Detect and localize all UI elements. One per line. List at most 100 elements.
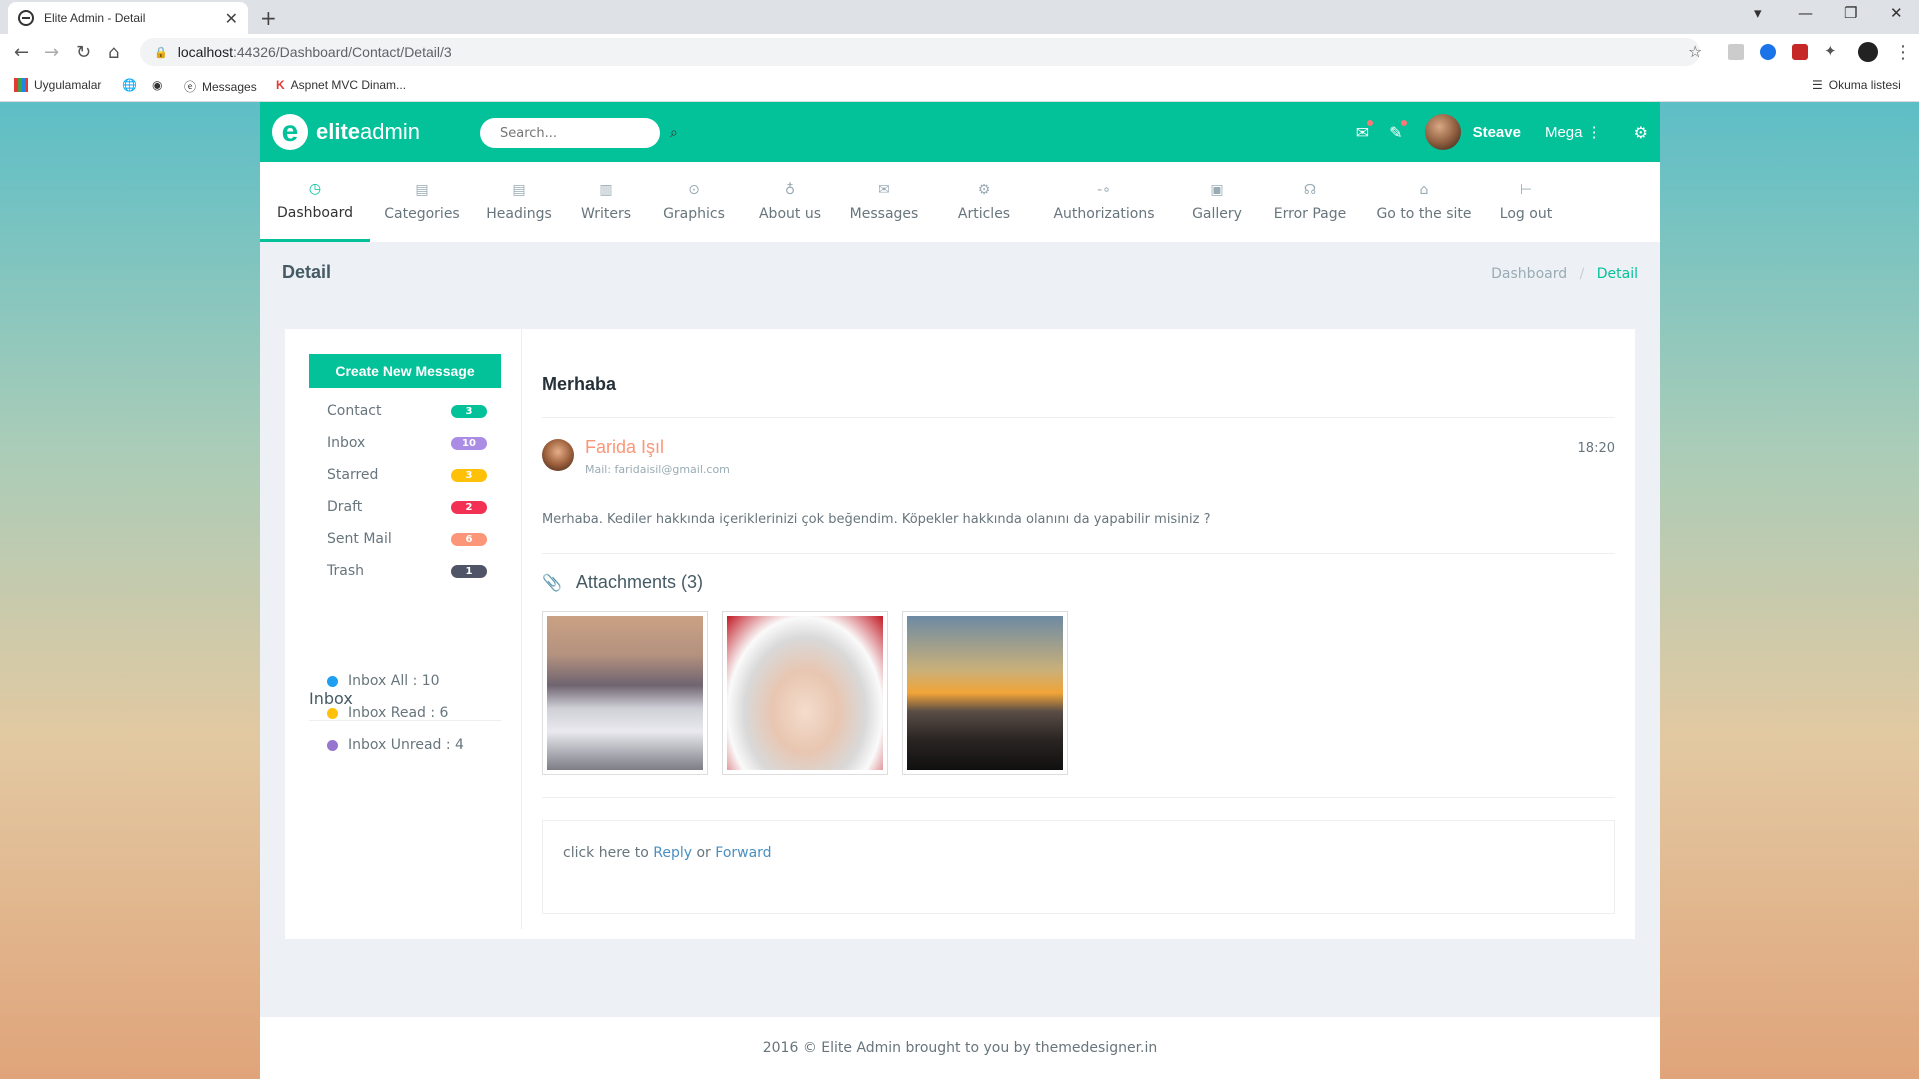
menu-error-page[interactable]: ☊ Error Page — [1260, 162, 1360, 242]
menu-dashboard[interactable]: ◷ Dashboard — [260, 162, 370, 242]
elite-favicon-icon — [18, 10, 34, 26]
search-icon[interactable]: ⌕ — [670, 125, 678, 141]
back-icon[interactable]: ← — [14, 42, 29, 63]
sunset-clouds-image — [907, 616, 1063, 770]
reply-box[interactable]: click here to Reply or Forward — [542, 820, 1615, 914]
bookmark-messages[interactable]: ⓔ Messages — [184, 78, 257, 95]
vertical-dots-icon: ⋮ — [1586, 124, 1602, 141]
address-bar: ← → ↻ ⌂ 🔒 localhost:44326/Dashboard/Cont… — [0, 34, 1919, 70]
count-badge: 3 — [451, 468, 487, 482]
close-window-icon[interactable]: ✕ — [1890, 4, 1903, 22]
status-dot — [327, 675, 338, 687]
menu-categories[interactable]: ▤ Categories — [372, 162, 472, 242]
mega-menu[interactable]: Mega ⋮ — [1545, 123, 1602, 141]
folder-starred[interactable]: Starred 3 — [327, 465, 487, 485]
folder-sent-mail[interactable]: Sent Mail 6 — [327, 529, 487, 549]
edit-icon[interactable]: ✎ — [1389, 119, 1407, 142]
avatar[interactable] — [1424, 114, 1461, 150]
dashboard-icon: ◷ — [308, 180, 322, 197]
elite-logo-icon: e — [272, 114, 308, 150]
menu-authorizations[interactable]: -∘ Authorizations — [1034, 162, 1174, 242]
bookmark-icon[interactable]: ◉ — [152, 78, 162, 92]
profile-menu-icon[interactable]: ▾ — [1754, 4, 1762, 22]
user-name[interactable]: Steave — [1473, 124, 1521, 141]
count-badge: 2 — [451, 500, 487, 514]
notification-dot — [1400, 119, 1407, 126]
stat-inbox-all: Inbox All : 10 — [327, 673, 440, 689]
globe-icon[interactable]: 🌐 — [122, 78, 137, 92]
forward-link[interactable]: Forward — [715, 845, 771, 861]
lock-icon: 🔒 — [154, 46, 168, 59]
sender-email: Mail: faridaisil@gmail.com — [585, 463, 730, 476]
attachment-thumbnail[interactable] — [722, 611, 888, 775]
sender-name[interactable]: Farida Işıl — [585, 437, 664, 458]
browser-tab-bar: Elite Admin - Detail ✕ + ▾ — ❐ ✕ — [0, 0, 1919, 34]
message-subject: Merhaba — [542, 374, 617, 394]
page-header: Detail Dashboard / Detail — [260, 242, 1660, 306]
bookmark-star-icon[interactable]: ☆ — [1688, 42, 1702, 61]
home-icon[interactable]: ⌂ — [108, 42, 119, 63]
extension-icon[interactable] — [1728, 44, 1744, 60]
breadcrumb-dashboard[interactable]: Dashboard — [1491, 266, 1567, 282]
extension-icon[interactable] — [1792, 44, 1808, 60]
menu-about-us[interactable]: ♁ About us — [742, 162, 838, 242]
message-time: 18:20 — [1577, 441, 1615, 456]
reading-list[interactable]: ☰ Okuma listesi — [1812, 78, 1901, 92]
restore-icon[interactable]: ❐ — [1844, 4, 1857, 22]
menu-headings[interactable]: ▤ Headings — [474, 162, 564, 242]
footer: 2016 © Elite Admin brought to you by the… — [260, 1017, 1660, 1079]
menu-log-out[interactable]: ⊢ Log out — [1486, 162, 1566, 242]
folder-trash[interactable]: Trash 1 — [327, 561, 487, 581]
logout-icon: ⊢ — [1519, 182, 1533, 198]
minimize-icon[interactable]: — — [1798, 4, 1813, 22]
elite-favicon-icon: ⓔ — [184, 80, 197, 94]
main-menu: ◷ Dashboard ▤ Categories ▤ Headings ▥ Writer… — [260, 162, 1660, 242]
baby-santa-hat-image — [727, 616, 883, 770]
menu-go-to-site[interactable]: ⌂ Go to the site — [1362, 162, 1486, 242]
settings-gear-icon[interactable]: ⚙ — [1634, 123, 1648, 142]
reply-link[interactable]: Reply — [653, 845, 692, 861]
attachment-thumbnail[interactable] — [542, 611, 708, 775]
url-host: localhost — [177, 44, 233, 60]
bookmark-apps[interactable]: Uygulamalar — [14, 78, 101, 92]
close-tab-icon[interactable]: ✕ — [225, 9, 238, 28]
url-path: :44326/Dashboard/Contact/Detail/3 — [232, 44, 452, 60]
stat-inbox-read: Inbox Read : 6 — [327, 705, 448, 721]
profile-avatar-icon[interactable] — [1858, 42, 1878, 62]
key-icon: -∘ — [1097, 182, 1111, 198]
browser-tab[interactable]: Elite Admin - Detail ✕ — [8, 2, 248, 34]
folder-contact[interactable]: Contact 3 — [327, 401, 487, 421]
folder-draft[interactable]: Draft 2 — [327, 497, 487, 517]
divider — [542, 417, 1615, 418]
mail-sidebar: Create New Message Contact 3 Inbox 10 St… — [285, 329, 522, 929]
paperclip-icon: 📎 — [542, 574, 562, 592]
writers-icon: ▥ — [599, 182, 613, 198]
breadcrumb-separator: / — [1579, 266, 1585, 282]
create-message-button[interactable]: Create New Message — [309, 354, 501, 388]
status-dot — [327, 707, 338, 719]
folder-inbox[interactable]: Inbox 10 — [327, 433, 487, 453]
search-input[interactable] — [500, 125, 670, 141]
new-tab-icon[interactable]: + — [260, 6, 277, 30]
reload-icon[interactable]: ↻ — [76, 42, 91, 63]
bookmark-aspnet[interactable]: K Aspnet MVC Dinam... — [276, 78, 406, 92]
mail-icon[interactable]: ✉ — [1356, 119, 1374, 142]
menu-graphics[interactable]: ⊙ Graphics — [648, 162, 740, 242]
count-badge: 10 — [451, 436, 487, 450]
more-icon[interactable]: ⋮ — [1894, 42, 1912, 63]
url-field[interactable]: 🔒 localhost:44326/Dashboard/Contact/Deta… — [140, 38, 1700, 66]
headset-icon: ☊ — [1303, 182, 1317, 198]
menu-writers[interactable]: ▥ Writers — [566, 162, 646, 242]
search-box: ⌕ — [480, 118, 678, 148]
forward-icon[interactable]: → — [44, 42, 59, 63]
menu-gallery[interactable]: ▣ Gallery — [1176, 162, 1258, 242]
puzzle-icon[interactable]: ✦ — [1824, 42, 1837, 60]
attachment-thumbnail[interactable] — [902, 611, 1068, 775]
brand-logo[interactable]: e eliteadmin — [272, 114, 420, 150]
menu-messages[interactable]: ✉ Messages — [834, 162, 934, 242]
count-badge: 1 — [451, 564, 487, 578]
gear-icon: ⚙ — [977, 182, 991, 198]
extension-icon[interactable] — [1760, 44, 1776, 60]
location-pin-icon: ⊙ — [688, 182, 700, 198]
menu-articles[interactable]: ⚙ Articles — [936, 162, 1032, 242]
